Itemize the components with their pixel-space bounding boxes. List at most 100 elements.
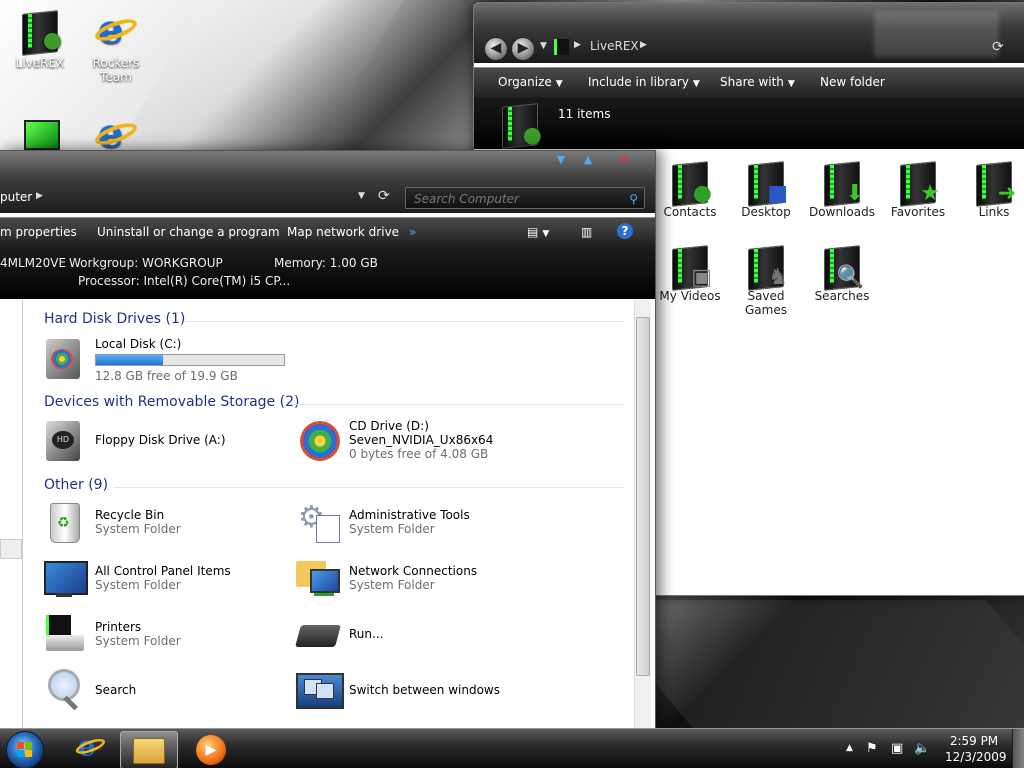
preview-pane-button[interactable]: ▥ (581, 225, 592, 239)
chevron-down-icon: ▼ (692, 79, 700, 89)
folder-item-label: Favorites (890, 205, 946, 219)
folder-item-links[interactable]: ➜ Links (956, 159, 1024, 219)
desktop-icon-liverex[interactable]: ● LiveREX (2, 8, 78, 70)
folder-item-downloads[interactable]: ⬇ Downloads (804, 159, 880, 219)
folder-item-label: Contacts (663, 205, 717, 219)
item-name: All Control Panel Items (95, 564, 231, 578)
desktop-icon-rockers-team[interactable]: e Rockers Team (78, 8, 154, 84)
show-hidden-icons-button[interactable]: ▲ (846, 743, 853, 753)
organize-button[interactable]: Organize ▼ (498, 75, 563, 89)
run-icon (295, 611, 341, 655)
taskbar-windows-explorer[interactable] (120, 731, 178, 768)
item-recycle-bin[interactable]: ♻ Recycle Bin System Folder (42, 499, 282, 547)
group-divider (114, 487, 624, 488)
taskbar-internet-explorer[interactable]: e (62, 731, 116, 767)
item-name: Printers (95, 620, 142, 634)
map-network-drive-button[interactable]: Map network drive (287, 225, 399, 239)
close-button[interactable]: ✕ (613, 153, 635, 167)
breadcrumb-chevron-icon[interactable]: ▶ (36, 191, 43, 201)
folder-item-saved-games[interactable]: ♞ Saved Games (728, 243, 804, 317)
folder-item-searches[interactable]: 🔍 Searches (804, 243, 880, 303)
item-network-connections[interactable]: Network Connections System Folder (296, 555, 536, 603)
folder-item-my-videos[interactable]: ▣ My Videos (652, 243, 728, 303)
folder-item-label: Searches (814, 289, 870, 303)
item-switch-between-windows[interactable]: Switch between windows (296, 667, 536, 715)
search-input[interactable]: Search Computer ⚲ (405, 187, 645, 209)
details-pane: 4MLM20VE Workgroup: WORKGROUP Memory: 1.… (0, 247, 655, 299)
uninstall-program-button[interactable]: Uninstall or change a program (97, 225, 280, 239)
system-properties-button[interactable]: m properties (0, 225, 77, 239)
item-printers[interactable]: Printers System Folder (42, 611, 282, 659)
more-commands-button[interactable]: » (409, 225, 416, 239)
help-button[interactable]: ? (617, 223, 633, 239)
drive-floppy-a[interactable]: HD Floppy Disk Drive (A:) (42, 417, 292, 465)
include-in-library-button[interactable]: Include in library ▼ (588, 75, 700, 89)
share-with-button[interactable]: Share with ▼ (720, 75, 795, 89)
folder-item-favorites[interactable]: ★ Favorites (880, 159, 956, 219)
refresh-icon[interactable]: ⟳ (992, 39, 1004, 55)
view-icon: ▤ (527, 225, 539, 239)
preview-pane-icon: ▥ (581, 225, 593, 239)
item-type: System Folder (349, 578, 435, 592)
action-center-flag-icon[interactable]: ⚑ (866, 741, 878, 756)
volume-icon[interactable]: 🔈 (914, 741, 930, 756)
item-search[interactable]: Search (42, 667, 282, 715)
start-button[interactable] (6, 731, 44, 768)
minimize-button[interactable]: ▼ (550, 153, 572, 167)
vertical-scrollbar[interactable] (634, 299, 651, 732)
folder-item-label: Links (978, 205, 1010, 219)
search-icon: ⚲ (629, 192, 638, 206)
view-options-button[interactable]: ▤ ▼ (527, 225, 549, 239)
back-button[interactable]: ◀ (484, 37, 508, 61)
content-pane: Hard Disk Drives (1) Local Disk (C:) 12.… (24, 299, 633, 736)
show-desktop-button[interactable] (1012, 729, 1024, 768)
address-path[interactable]: LiveREX (590, 39, 639, 53)
computer-explorer-window[interactable]: ▼ ▲ ✕ puter ▶ ▼ ⟳ Search Computer ⚲ m pr… (0, 150, 656, 737)
folder-icon: ● (498, 101, 542, 149)
drive-cd-d[interactable]: CD Drive (D:) Seven_NVIDIA_Ux86x64 0 byt… (296, 417, 596, 465)
details-pane: ● 11 items (474, 97, 1024, 149)
item-name: Recycle Bin (95, 508, 165, 522)
printer-icon (42, 611, 86, 655)
drive-name: Local Disk (C:) (95, 337, 182, 351)
scrollbar-thumb[interactable] (636, 317, 650, 676)
drive-local-disk-c[interactable]: Local Disk (C:) 12.8 GB free of 19.9 GB (42, 335, 292, 383)
maximize-icon: ▲ (583, 153, 593, 166)
chevron-down-icon: ▼ (787, 79, 795, 89)
group-header-other[interactable]: Other (9) (44, 477, 108, 493)
group-header-hard-disk-drives[interactable]: Hard Disk Drives (1) (44, 311, 185, 327)
administrative-tools-icon: ⚙ (296, 499, 340, 543)
recycle-bin-icon: ♻ (42, 499, 86, 543)
navigation-pane-scrollbar[interactable] (0, 539, 22, 559)
folder-item-desktop[interactable]: ■ Desktop (728, 159, 804, 219)
address-dropdown-icon[interactable]: ▼ (358, 191, 365, 201)
drive-usage-fill (96, 355, 164, 365)
item-all-control-panel-items[interactable]: All Control Panel Items System Folder (42, 555, 282, 603)
item-name: Administrative Tools (349, 508, 470, 522)
item-run[interactable]: Run... (295, 611, 536, 659)
chevron-down-icon: ▼ (555, 79, 563, 89)
folder-item-label: My Videos (659, 289, 721, 303)
maximize-button[interactable]: ▲ (577, 153, 599, 167)
taskbar-media-player[interactable]: ▶ (186, 731, 240, 767)
desktop-icon-label: LiveREX (15, 56, 65, 70)
drive-free-space: 0 bytes free of 4.08 GB (349, 447, 489, 461)
group-header-removable-storage[interactable]: Devices with Removable Storage (2) (44, 394, 299, 410)
computer-name: 4MLM20VE (0, 256, 67, 270)
breadcrumb-chevron-icon: ▶ (574, 40, 581, 50)
item-administrative-tools[interactable]: ⚙ Administrative Tools System Folder (296, 499, 536, 547)
refresh-icon[interactable]: ⟳ (378, 188, 390, 204)
desktop-icon-label: Rockers Team (92, 56, 140, 84)
navigation-pane[interactable] (0, 299, 23, 736)
forward-button[interactable]: ▶ (511, 37, 535, 61)
clock[interactable]: 2:59 PM 12/3/2009 (945, 733, 1007, 765)
links-folder-icon: ➜ (972, 159, 1016, 207)
address-path[interactable]: puter (0, 190, 32, 204)
chevron-down-icon: ▼ (542, 229, 550, 239)
folder-item-contacts[interactable]: ● Contacts (652, 159, 728, 219)
breadcrumb-chevron-icon[interactable]: ▶ (640, 40, 647, 50)
internet-explorer-icon: e (92, 8, 140, 52)
history-dropdown-icon[interactable]: ▼ (540, 41, 547, 51)
network-icon[interactable]: ▣ (891, 741, 903, 756)
new-folder-button[interactable]: New folder (820, 75, 885, 89)
